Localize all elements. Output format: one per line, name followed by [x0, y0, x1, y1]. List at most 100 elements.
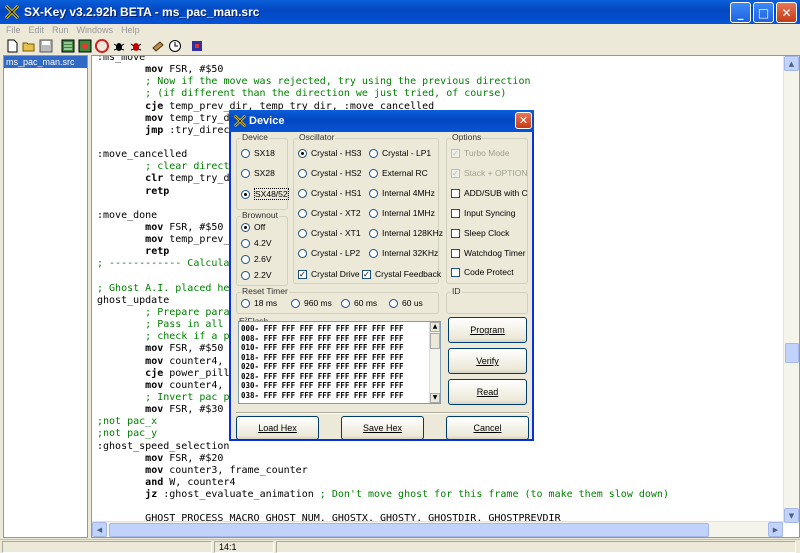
options-group-label: Options: [451, 132, 483, 142]
scroll-up-arrow[interactable]: ▲: [784, 56, 799, 71]
code-comment: ; Don't move ghost for this frame (to ma…: [319, 489, 669, 501]
code-line: jz :ghost_evaluate_animation ; Don't mov…: [145, 489, 669, 501]
code-line: ; Now if the move was rejected, try usin…: [97, 76, 669, 88]
scroll-up-arrow[interactable]: ▲: [430, 322, 440, 332]
osc-int1mhz-radio[interactable]: Internal 1MHz: [369, 208, 435, 218]
code-token: retp: [145, 185, 170, 197]
new-file-button[interactable]: [4, 38, 20, 54]
save-hex-button[interactable]: Save Hex: [341, 416, 424, 440]
window-title: SX-Key v3.2.92h BETA - ms_pac_man.src: [24, 5, 260, 19]
osc-hs2-radio[interactable]: Crystal - HS2: [298, 168, 362, 178]
eflash-hex-view[interactable]: 000- FFF FFF FFF FFF FFF FFF FFF FFF 008-…: [238, 321, 441, 404]
device-sx18-radio[interactable]: SX18: [241, 148, 275, 158]
cancel-button[interactable]: Cancel: [446, 416, 529, 440]
reset-960ms-radio[interactable]: 960 ms: [291, 298, 332, 308]
program-button[interactable]: Program: [448, 317, 527, 343]
menu-run[interactable]: Run: [52, 25, 69, 35]
brownout-42-radio[interactable]: 4.2V: [241, 238, 272, 248]
menu-edit[interactable]: Edit: [29, 25, 45, 35]
debug-button[interactable]: [77, 38, 93, 54]
code-token: ghost_update: [97, 294, 170, 306]
osc-hs1-radio[interactable]: Crystal - HS1: [298, 188, 362, 198]
vertical-scrollbar[interactable]: ▲ ▼: [783, 56, 799, 523]
brownout-22-radio[interactable]: 2.2V: [241, 270, 272, 280]
scroll-down-arrow[interactable]: ▼: [784, 508, 799, 523]
scroll-thumb[interactable]: [785, 343, 799, 363]
assemble-button[interactable]: [60, 38, 76, 54]
debug-bug-button[interactable]: [111, 38, 127, 54]
reset-60ms-radio[interactable]: 60 ms: [341, 298, 377, 308]
minimize-button[interactable]: _: [730, 2, 751, 23]
radio-icon: [241, 168, 250, 178]
osc-lp2-radio[interactable]: Crystal - LP2: [298, 248, 360, 258]
sleep-clock-checkbox[interactable]: Sleep Clock: [451, 228, 509, 238]
device-sx48-label: SX48/52: [254, 188, 289, 200]
read-button[interactable]: Read: [448, 379, 527, 405]
radio-icon: [298, 188, 307, 198]
osc-xt2-label: Crystal - XT2: [311, 208, 361, 218]
osc-extrc-label: External RC: [382, 168, 428, 178]
maximize-button[interactable]: □: [753, 2, 774, 23]
device-sx28-radio[interactable]: SX28: [241, 168, 275, 178]
device-button[interactable]: [189, 38, 205, 54]
osc-extrc-radio[interactable]: External RC: [369, 168, 428, 178]
close-button[interactable]: ✕: [776, 2, 797, 23]
radio-icon: [298, 208, 307, 218]
brownout-26-radio[interactable]: 2.6V: [241, 254, 272, 264]
scroll-left-arrow[interactable]: ◀: [92, 522, 107, 537]
crystal-drive-checkbox[interactable]: Crystal Drive: [298, 269, 360, 279]
code-token: cje: [145, 367, 164, 379]
device-sx48-radio[interactable]: SX48/52: [241, 188, 289, 200]
osc-int128khz-radio[interactable]: Internal 128KHz: [369, 228, 443, 238]
osc-lp1-radio[interactable]: Crystal - LP1: [369, 148, 431, 158]
brownout-off-radio[interactable]: Off: [241, 222, 265, 232]
scroll-down-arrow[interactable]: ▼: [430, 393, 440, 403]
osc-xt1-radio[interactable]: Crystal - XT1: [298, 228, 361, 238]
reset-18ms-radio[interactable]: 18 ms: [241, 298, 277, 308]
eflash-scrollbar[interactable]: ▲ ▼: [429, 322, 440, 403]
file-list-item[interactable]: ms_pac_man.src: [4, 56, 87, 68]
save-button[interactable]: [38, 38, 54, 54]
hscroll-thumb[interactable]: [109, 523, 709, 537]
open-button[interactable]: [21, 38, 37, 54]
cancel-button-label: Cancel: [473, 423, 502, 433]
radio-icon: [298, 168, 307, 178]
load-hex-button[interactable]: Load Hex: [236, 416, 319, 440]
osc-int4mhz-radio[interactable]: Internal 4MHz: [369, 188, 435, 198]
program-button[interactable]: [150, 38, 166, 54]
osc-hs3-radio[interactable]: Crystal - HS3: [298, 148, 362, 158]
code-token: :move_cancelled: [97, 149, 188, 161]
menu-file[interactable]: File: [6, 25, 21, 35]
input-syncing-checkbox[interactable]: Input Syncing: [451, 208, 516, 218]
checkbox-checked-icon: [298, 269, 307, 279]
clock-button[interactable]: [167, 38, 183, 54]
code-comment: ;not pac_y: [97, 428, 158, 440]
menu-windows[interactable]: Windows: [77, 25, 114, 35]
scroll-right-arrow[interactable]: ▶: [768, 522, 783, 537]
radio-icon: [369, 248, 378, 258]
osc-int32khz-radio[interactable]: Internal 32KHz: [369, 248, 438, 258]
code-protect-checkbox[interactable]: Code Protect: [451, 267, 514, 277]
program-button-label: Program: [470, 325, 505, 335]
run-icon: [95, 39, 109, 53]
dialog-title-bar[interactable]: Device ✕: [229, 110, 534, 132]
input-syncing-label: Input Syncing: [464, 208, 516, 218]
reset-60us-radio[interactable]: 60 us: [389, 298, 423, 308]
debug-reenter-button[interactable]: [128, 38, 144, 54]
addsub-checkbox[interactable]: ADD/SUB with C: [451, 188, 528, 198]
crystal-feedback-checkbox[interactable]: Crystal Feedback: [362, 269, 441, 279]
minimize-icon: _: [737, 5, 744, 20]
menu-help[interactable]: Help: [121, 25, 140, 35]
device-group-label: Device: [241, 132, 269, 142]
scroll-thumb[interactable]: [430, 333, 440, 349]
dialog-close-button[interactable]: ✕: [515, 112, 532, 129]
debug-icon: [78, 39, 92, 53]
eflash-row: 000- FFF FFF FFF FFF FFF FFF FFF FFF: [241, 324, 404, 333]
run-button[interactable]: [94, 38, 110, 54]
horizontal-scrollbar[interactable]: ◀ ▶: [92, 521, 783, 537]
verify-button[interactable]: Verify: [448, 348, 527, 374]
osc-xt2-radio[interactable]: Crystal - XT2: [298, 208, 361, 218]
title-bar[interactable]: SX-Key v3.2.92h BETA - ms_pac_man.src _ …: [0, 0, 800, 24]
watchdog-timer-checkbox[interactable]: Watchdog Timer: [451, 248, 526, 258]
osc-hs3-label: Crystal - HS3: [311, 148, 362, 158]
